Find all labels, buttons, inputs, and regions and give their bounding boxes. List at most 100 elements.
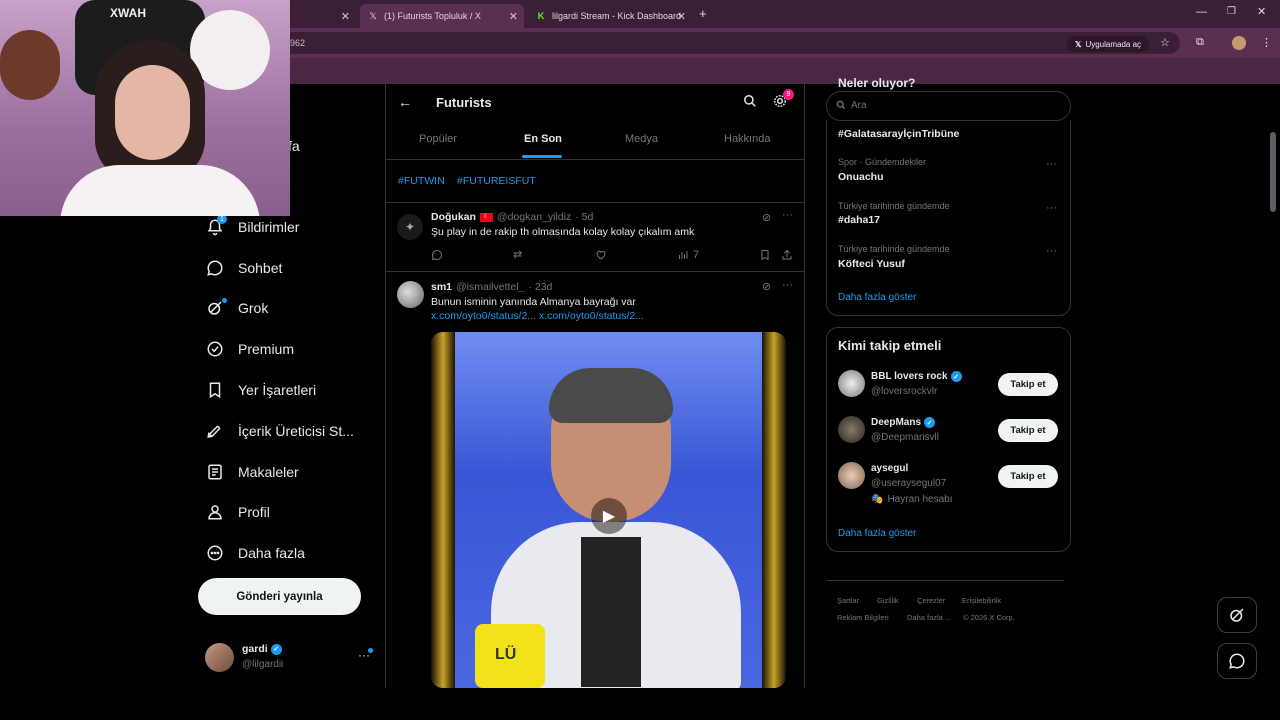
post-button[interactable]: Gönderi yayınla bbox=[198, 578, 361, 615]
minimize-icon[interactable]: — bbox=[1196, 6, 1207, 18]
grok-icon[interactable]: ⊘ bbox=[762, 280, 771, 293]
show-more-link[interactable]: Daha fazla göster bbox=[838, 292, 916, 303]
nav-item-profile[interactable]: Profil bbox=[206, 500, 270, 524]
suggestion-name[interactable]: aysegul bbox=[871, 463, 908, 474]
avatar[interactable] bbox=[205, 643, 234, 672]
scrollbar-thumb[interactable] bbox=[1270, 132, 1276, 212]
nav-item-creator-studio[interactable]: İçerik Üreticisi St... bbox=[206, 419, 354, 443]
follow-button[interactable]: Takip et bbox=[998, 465, 1058, 488]
chair-logo-text: XWAH bbox=[110, 6, 146, 20]
follow-button[interactable]: Takip et bbox=[998, 373, 1058, 396]
kick-logo-icon: K bbox=[537, 11, 545, 21]
settings-badge: 9 bbox=[783, 89, 794, 100]
suggestion-name[interactable]: DeepMans ✓ bbox=[871, 417, 936, 428]
nav-label: İçerik Üreticisi St... bbox=[238, 423, 354, 439]
nav-item-more[interactable]: Daha fazla bbox=[206, 541, 305, 565]
tab-media[interactable]: Medya bbox=[625, 133, 658, 145]
back-arrow-icon[interactable]: ← bbox=[398, 94, 412, 110]
avatar[interactable] bbox=[397, 281, 424, 308]
messages-fab-button[interactable] bbox=[1217, 643, 1257, 679]
close-icon[interactable]: ✕ bbox=[509, 10, 518, 23]
grok-dot bbox=[222, 298, 227, 303]
nav-item-premium[interactable]: Premium bbox=[206, 337, 294, 361]
footer-link[interactable]: Çerezler bbox=[917, 596, 945, 605]
reply-icon[interactable] bbox=[431, 249, 443, 264]
post-time: · 23d bbox=[528, 281, 553, 293]
footer-link[interactable]: Reklam Bilgileri bbox=[837, 613, 889, 622]
trend-title[interactable]: #GalatasarayİçinTribüne bbox=[838, 128, 959, 140]
account-handle: @lilgardii bbox=[242, 659, 284, 670]
trend-more-icon[interactable]: ··· bbox=[1046, 202, 1057, 214]
footer-link[interactable]: Şartlar bbox=[837, 596, 859, 605]
video-mug: LÜ bbox=[475, 624, 545, 688]
divider bbox=[826, 580, 1064, 581]
grok-icon bbox=[1230, 608, 1244, 622]
post-links[interactable]: x.com/oyto0/status/2... x.com/oyto0/stat… bbox=[431, 310, 644, 322]
extensions-icon[interactable]: ⧉ bbox=[1196, 36, 1204, 49]
nav-item-chat[interactable]: Sohbet bbox=[206, 256, 282, 280]
trend-title[interactable]: Onuachu bbox=[838, 171, 884, 183]
premium-icon bbox=[206, 340, 224, 358]
maximize-icon[interactable]: ❐ bbox=[1227, 6, 1236, 17]
nav-item-articles[interactable]: Makaleler bbox=[206, 460, 299, 484]
post-video[interactable]: LÜ ▶ bbox=[431, 332, 786, 688]
open-in-app-button[interactable]: 𝕏 Uygulamada aç bbox=[1067, 36, 1150, 52]
play-icon[interactable]: ▶ bbox=[591, 498, 627, 534]
hashtag-link[interactable]: #FUTWIN bbox=[398, 175, 445, 187]
post-header: sm1 @ismailvettel_ · 23d bbox=[431, 281, 552, 293]
nav-item-bookmarks[interactable]: Yer İşaretleri bbox=[206, 378, 316, 402]
suggestion-name[interactable]: BBL lovers rock ✓ bbox=[871, 371, 962, 382]
window-close-icon[interactable]: ✕ bbox=[1257, 5, 1266, 18]
grok-icon[interactable]: ⊘ bbox=[762, 211, 771, 224]
footer-link[interactable]: Daha fazla ... bbox=[907, 613, 951, 622]
footer-link[interactable]: Gizlilik bbox=[877, 596, 899, 605]
follow-button[interactable]: Takip et bbox=[998, 419, 1058, 442]
post-more-icon[interactable]: ··· bbox=[782, 279, 793, 291]
close-icon[interactable]: ✕ bbox=[677, 10, 686, 23]
trends-header-partial: Neler oluyor? bbox=[838, 76, 916, 90]
repost-icon[interactable]: ⇄ bbox=[513, 248, 522, 261]
trend-more-icon[interactable]: ··· bbox=[1046, 158, 1057, 170]
browser-tab-x[interactable]: 𝕏 (1) Futurists Topluluk / X ✕ bbox=[360, 4, 524, 28]
trend-title[interactable]: Köfteci Yusuf bbox=[838, 258, 905, 270]
browser-profile-avatar[interactable] bbox=[1232, 36, 1246, 50]
bookmark-icon[interactable] bbox=[759, 249, 771, 264]
grok-fab-button[interactable] bbox=[1217, 597, 1257, 633]
video-person-hair bbox=[549, 368, 673, 423]
post-handle: @dogkan_yildiz bbox=[496, 211, 572, 223]
browser-menu-icon[interactable]: ⋮ bbox=[1261, 36, 1272, 49]
tab-latest[interactable]: En Son bbox=[524, 133, 562, 145]
browser-tab-kick[interactable]: K lilgardi Stream - Kick Dashboard ✕ bbox=[528, 4, 692, 28]
avatar[interactable] bbox=[838, 370, 865, 397]
share-icon[interactable] bbox=[781, 249, 793, 264]
search-icon[interactable] bbox=[743, 94, 757, 113]
trend-more-icon[interactable]: ··· bbox=[1046, 245, 1057, 257]
tab-about[interactable]: Hakkında bbox=[724, 133, 770, 145]
trend-title[interactable]: #daha17 bbox=[838, 214, 880, 226]
main-column: ← Futurists 9 Popüler En Son Medya Hakkı… bbox=[385, 84, 805, 688]
suggestion-handle: @useraysegul07 bbox=[871, 478, 947, 489]
hashtag-link[interactable]: #FUTUREISFUT bbox=[457, 175, 536, 187]
account-name[interactable]: gardi ✓ bbox=[242, 643, 282, 655]
search-input[interactable]: Ara bbox=[826, 91, 1071, 121]
like-icon[interactable] bbox=[595, 249, 607, 264]
post-more-icon[interactable]: ··· bbox=[782, 209, 793, 221]
views-button[interactable]: 7 bbox=[677, 249, 699, 261]
close-icon[interactable]: ✕ bbox=[341, 10, 350, 23]
browser-tab-partial[interactable]: ✕ bbox=[296, 4, 356, 28]
new-tab-button[interactable]: + bbox=[699, 6, 707, 21]
post-author[interactable]: sm1 bbox=[431, 281, 452, 293]
avatar[interactable]: ✦ bbox=[397, 214, 423, 240]
post-author[interactable]: Doğukan bbox=[431, 211, 476, 223]
url-input[interactable]: 962 bbox=[280, 32, 1180, 54]
avatar[interactable] bbox=[838, 416, 865, 443]
star-icon[interactable]: ☆ bbox=[1160, 36, 1170, 49]
bookmark-icon bbox=[206, 381, 224, 399]
x-logo-icon: 𝕏 bbox=[369, 10, 377, 21]
tab-popular[interactable]: Popüler bbox=[419, 133, 457, 145]
show-more-link[interactable]: Daha fazla göster bbox=[838, 528, 916, 539]
avatar[interactable] bbox=[838, 462, 865, 489]
footer-link[interactable]: Erişilebilirlik bbox=[962, 596, 1001, 605]
post-time: · 5d bbox=[575, 211, 594, 223]
nav-item-grok[interactable]: Grok bbox=[206, 296, 268, 320]
